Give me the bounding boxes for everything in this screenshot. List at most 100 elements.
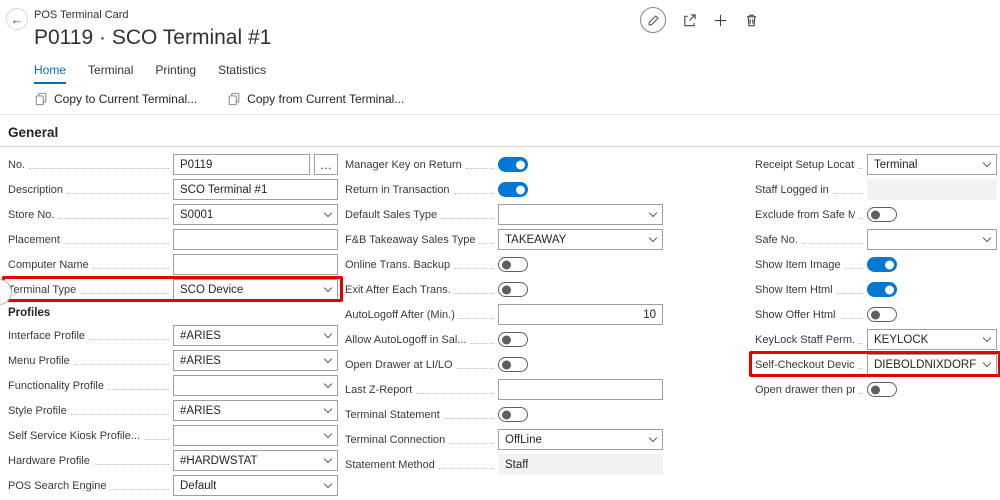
menu-profile-select[interactable]: #ARIES xyxy=(173,350,338,371)
field-row-functionality-profile: Functionality Profile xyxy=(8,373,338,398)
field-row-terminal-type: Terminal Type SCO Device xyxy=(8,277,338,302)
field-control: S0001 xyxy=(173,204,338,225)
keylock-staff-perm-gro-select[interactable]: KEYLOCK xyxy=(867,329,997,350)
last-z-report-input[interactable] xyxy=(498,379,663,400)
dotted-leader xyxy=(93,268,169,269)
dotted-leader xyxy=(29,168,169,169)
field-control: SCO Device xyxy=(173,279,338,300)
new-button[interactable] xyxy=(713,13,728,28)
field-label: Functionality Profile xyxy=(8,380,104,392)
field-control xyxy=(498,332,663,347)
field-value: S0001 xyxy=(180,209,213,221)
store-no-select[interactable]: S0001 xyxy=(173,204,338,225)
show-offer-html-toggle[interactable] xyxy=(867,307,897,322)
dotted-leader xyxy=(80,293,169,294)
field-label: Manager Key on Return xyxy=(345,159,462,171)
self-checkout-device-ty-select[interactable]: DIEBOLDNIXDORF xyxy=(867,354,997,375)
terminal-connection-select[interactable]: OffLine xyxy=(498,429,663,450)
pos-search-engine-select[interactable]: Default xyxy=(173,475,338,496)
field-control: Staff xyxy=(498,454,663,475)
toggle-knob xyxy=(516,185,525,194)
action-label: Copy to Current Terminal... xyxy=(54,92,197,106)
tab-statistics[interactable]: Statistics xyxy=(218,63,266,84)
functionality-profile-select[interactable] xyxy=(173,375,338,396)
form-column-3: Receipt Setup LocationTerminalStaff Logg… xyxy=(755,152,997,402)
terminal-type-select[interactable]: SCO Device xyxy=(173,279,338,300)
field-control xyxy=(498,379,663,400)
style-profile-select[interactable]: #ARIES xyxy=(173,400,338,421)
field-control: #ARIES xyxy=(173,325,338,346)
terminal-statement-toggle[interactable] xyxy=(498,407,528,422)
exit-after-each-trans-toggle[interactable] xyxy=(498,282,528,297)
dotted-leader xyxy=(110,489,169,490)
online-trans-backup-toggle[interactable] xyxy=(498,257,528,272)
field-row-keylock-staff-perm-gro: KeyLock Staff Perm. Gro...KEYLOCK xyxy=(755,327,997,352)
description-input[interactable]: SCO Terminal #1 xyxy=(173,179,338,200)
share-button[interactable] xyxy=(682,13,697,28)
action-copy-to-current-terminal[interactable]: Copy to Current Terminal... xyxy=(34,92,197,106)
computer-name-input[interactable] xyxy=(173,254,338,275)
manager-key-on-return-toggle[interactable] xyxy=(498,157,528,172)
dotted-leader xyxy=(802,243,863,244)
tab-printing[interactable]: Printing xyxy=(155,63,196,84)
field-value: #ARIES xyxy=(180,355,221,367)
field-label: Terminal Type xyxy=(8,284,76,296)
toggle-knob xyxy=(871,385,880,394)
self-service-kiosk-profile-select[interactable] xyxy=(173,425,338,446)
field-control: 10 xyxy=(498,304,663,325)
field-value: 10 xyxy=(643,309,656,321)
f-b-takeaway-sales-type-select[interactable]: TAKEAWAY xyxy=(498,229,663,250)
chevron-down-icon xyxy=(983,159,991,167)
action-copy-from-current-terminal[interactable]: Copy from Current Terminal... xyxy=(227,92,404,106)
safe-no-select[interactable] xyxy=(867,229,997,250)
field-label: No. xyxy=(8,159,25,171)
dotted-leader xyxy=(89,339,169,340)
show-item-image-toggle[interactable] xyxy=(867,257,897,272)
hardware-profile-select[interactable]: #HARDWSTAT xyxy=(173,450,338,471)
field-label: F&B Takeaway Sales Type xyxy=(345,234,475,246)
receipt-setup-location-select[interactable]: Terminal xyxy=(867,154,997,175)
dotted-leader xyxy=(449,443,494,444)
toggle-knob xyxy=(502,410,511,419)
field-value: OffLine xyxy=(505,434,542,446)
open-drawer-at-li-lo-toggle[interactable] xyxy=(498,357,528,372)
chevron-down-icon xyxy=(324,380,332,388)
allow-autologoff-in-sal-toggle[interactable] xyxy=(498,332,528,347)
autologoff-after-min-input[interactable]: 10 xyxy=(498,304,663,325)
field-label: Safe No. xyxy=(755,234,798,246)
exclude-from-safe-mgnt-toggle[interactable] xyxy=(867,207,897,222)
field-value: SCO Device xyxy=(180,284,243,296)
field-label: Return in Transaction xyxy=(345,184,450,196)
field-label: Style Profile xyxy=(8,405,67,417)
edit-button[interactable] xyxy=(640,7,666,33)
placement-input[interactable] xyxy=(173,229,338,250)
chevron-down-icon xyxy=(324,209,332,217)
field-control xyxy=(867,307,997,322)
assist-edit-button[interactable]: … xyxy=(314,154,338,175)
field-value: #HARDWSTAT xyxy=(180,455,258,467)
dotted-leader xyxy=(859,168,863,169)
no-input[interactable]: P0119 xyxy=(173,154,310,175)
toggle-knob xyxy=(885,260,894,269)
trash-icon xyxy=(744,13,759,28)
return-in-transaction-toggle[interactable] xyxy=(498,182,528,197)
field-row-hardware-profile: Hardware Profile#HARDWSTAT xyxy=(8,448,338,473)
back-button[interactable]: ← xyxy=(6,8,28,30)
tab-home[interactable]: Home xyxy=(34,63,66,84)
delete-button[interactable] xyxy=(744,13,759,28)
show-item-html-toggle[interactable] xyxy=(867,282,897,297)
open-drawer-then-print-toggle[interactable] xyxy=(867,382,897,397)
default-sales-type-select[interactable] xyxy=(498,204,663,225)
interface-profile-select[interactable]: #ARIES xyxy=(173,325,338,346)
statement-method-input: Staff xyxy=(498,454,663,475)
dotted-leader xyxy=(479,243,494,244)
toggle-knob xyxy=(885,285,894,294)
field-row-return-in-transaction: Return in Transaction xyxy=(345,177,663,202)
field-row-store-no: Store No.S0001 xyxy=(8,202,338,227)
copy-icon xyxy=(227,92,241,106)
chevron-down-icon xyxy=(649,234,657,242)
field-row-open-drawer-then-print: Open drawer then print xyxy=(755,377,997,402)
action-label: Copy from Current Terminal... xyxy=(247,92,404,106)
tab-terminal[interactable]: Terminal xyxy=(88,63,133,84)
field-label: Terminal Statement xyxy=(345,409,440,421)
